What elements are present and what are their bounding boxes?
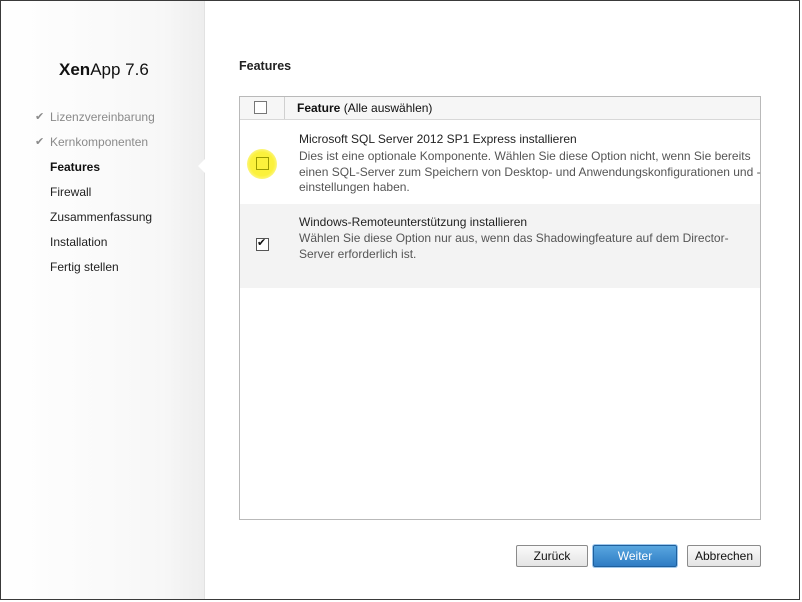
step-fertig-stellen: Fertig stellen	[35, 259, 155, 284]
installer-window: XenApp 7.6 ✔ Lizenzvereinbarung ✔ Kernko…	[0, 0, 800, 600]
step-installation: Installation	[35, 234, 155, 259]
step-label: Installation	[50, 235, 108, 249]
feature-description: Wählen Sie diese Option nur aus, wenn da…	[299, 231, 729, 261]
feature-title: Microsoft SQL Server 2012 SP1 Express in…	[299, 132, 577, 146]
step-label: Zusammenfassung	[50, 210, 153, 224]
select-all-label[interactable]: (Alle auswählen)	[344, 101, 433, 115]
feature-description: Dies ist eine optionale Komponente. Wähl…	[299, 149, 761, 194]
sql-server-checkbox[interactable]	[256, 157, 269, 170]
page-title: Features	[239, 59, 292, 73]
product-brand: Xen	[59, 60, 91, 79]
header-checkbox-cell	[240, 97, 285, 119]
table-header: Feature (Alle auswählen)	[240, 97, 760, 120]
feature-title: Windows-Remoteunterstützung installieren	[299, 215, 528, 229]
wizard-sidebar: XenApp 7.6 ✔ Lizenzvereinbarung ✔ Kernko…	[1, 1, 205, 599]
select-all-checkbox[interactable]	[254, 101, 267, 114]
step-label: Fertig stellen	[50, 260, 119, 274]
step-lizenzvereinbarung: ✔ Lizenzvereinbarung	[35, 109, 155, 134]
checkmark-icon: ✔	[257, 237, 267, 249]
product-name: App 7.6	[90, 60, 149, 79]
remote-assistance-checkbox[interactable]: ✔	[256, 237, 269, 251]
step-label: Firewall	[50, 185, 92, 199]
step-firewall: Firewall	[35, 184, 155, 209]
step-kernkomponenten: ✔ Kernkomponenten	[35, 134, 155, 159]
step-features: Features	[35, 159, 155, 184]
back-button[interactable]: Zurück	[516, 545, 588, 567]
feature-row-remote-assistance[interactable]: ✔ Windows-Remoteunterstützung installier…	[240, 204, 760, 288]
cancel-button[interactable]: Abbrechen	[687, 545, 761, 567]
checkmark-icon: ✔	[35, 111, 45, 123]
step-label: Features	[50, 160, 101, 174]
column-feature: Feature	[297, 101, 341, 115]
step-label: Lizenzvereinbarung	[50, 110, 155, 124]
feature-row-sql[interactable]: Microsoft SQL Server 2012 SP1 Express in…	[240, 120, 761, 204]
product-title: XenApp 7.6	[59, 60, 149, 80]
current-step-pointer	[198, 159, 205, 173]
features-table: Feature (Alle auswählen) Microsoft SQL S…	[239, 96, 761, 520]
step-zusammenfassung: Zusammenfassung	[35, 209, 155, 234]
header-label: Feature (Alle auswählen)	[297, 101, 432, 115]
step-label: Kernkomponenten	[50, 135, 149, 149]
wizard-steps: ✔ Lizenzvereinbarung ✔ Kernkomponenten F…	[35, 109, 155, 284]
next-button[interactable]: Weiter	[593, 545, 677, 567]
checkmark-icon: ✔	[35, 136, 45, 148]
